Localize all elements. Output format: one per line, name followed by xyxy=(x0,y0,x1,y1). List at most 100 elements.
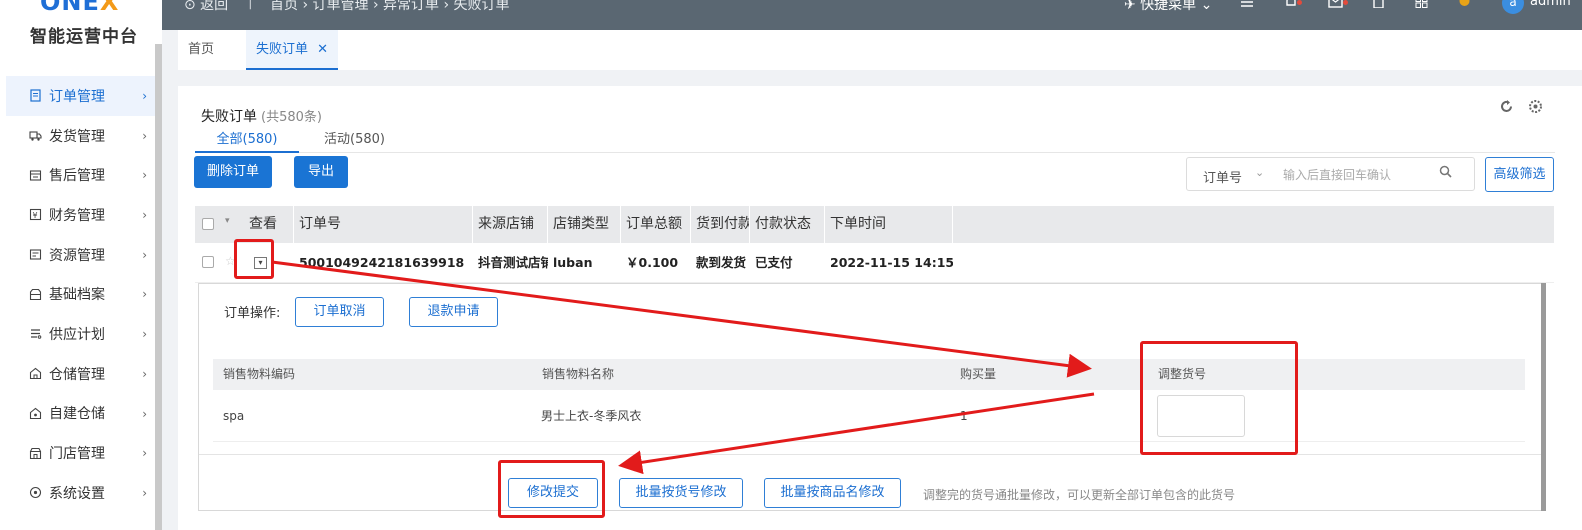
back-button[interactable]: ⊙ 返回 xyxy=(184,0,228,14)
archive-icon xyxy=(28,287,42,301)
col-cod: 货到付款 xyxy=(691,206,750,243)
sidebar-item-aftersale[interactable]: 售后管理 › xyxy=(6,155,155,195)
gear-icon[interactable] xyxy=(1528,99,1544,115)
list-icon[interactable] xyxy=(1240,0,1256,10)
mail-icon[interactable] xyxy=(1328,0,1344,10)
sidebar-item-order[interactable]: 订单管理 › xyxy=(6,76,155,116)
notification-dot xyxy=(1297,0,1302,5)
sidebar-item-label: 资源管理 xyxy=(49,247,105,264)
sidebar-item-label: 门店管理 xyxy=(49,446,105,463)
submit-changes-button[interactable]: 修改提交 xyxy=(508,478,598,508)
sidebar-item-warehouse[interactable]: 仓储管理 › xyxy=(6,354,155,394)
cell-cod: 款到发货 xyxy=(696,255,747,270)
detail-table-header: 销售物料编码 销售物料名称 购买量 调整货号 xyxy=(213,359,1525,390)
divider xyxy=(199,454,1545,455)
chevron-right-icon: › xyxy=(142,327,147,342)
refresh-icon[interactable] xyxy=(1499,99,1515,115)
delete-orders-button[interactable]: 删除订单 xyxy=(194,156,272,188)
svg-text:¥: ¥ xyxy=(32,211,37,220)
col-order-no: 订单号 xyxy=(294,206,473,243)
status-tabs: 全部(580) 活动(580) xyxy=(195,122,1555,153)
col-total: 订单总额 xyxy=(621,206,691,243)
col-material-code: 销售物料编码 xyxy=(223,367,296,381)
main-content: 失败订单 (共580条) 全部(580) 活动(580) 删除订单 导出 订单号 … xyxy=(178,86,1582,530)
sidebar-item-archive[interactable]: 基础档案 › xyxy=(6,274,155,314)
aftersale-icon xyxy=(28,168,42,182)
supply-plan-icon xyxy=(28,327,42,341)
user-name[interactable]: admin xyxy=(1530,0,1571,9)
grid-icon[interactable] xyxy=(1415,0,1431,10)
warehouse-icon xyxy=(28,367,42,381)
tab-bar: 首页 失败订单 ✕ xyxy=(178,30,1582,70)
refund-request-button[interactable]: 退款申请 xyxy=(409,297,498,327)
truck-icon xyxy=(28,129,42,143)
sidebar-item-label: 系统设置 xyxy=(49,485,105,502)
sidebar-scrollbar[interactable] xyxy=(155,44,162,530)
tab-all[interactable]: 全部(580) xyxy=(195,128,299,153)
chevron-right-icon: › xyxy=(142,485,147,500)
sidebar-item-resource[interactable]: 资源管理 › xyxy=(6,235,155,275)
search-input[interactable] xyxy=(1283,164,1433,186)
table-row[interactable]: ☆ ▾ 5001049242181639918 抖音测试店铺 luban ￥0.… xyxy=(195,243,1554,283)
col-view: 查看 xyxy=(244,206,294,243)
col-pay-status: 付款状态 xyxy=(750,206,825,243)
sidebar: ONEX 智能运营中台 订单管理 › 发货管理 › 售后管理 › ¥ 财务管理 xyxy=(0,0,162,530)
sidebar-item-settings[interactable]: 系统设置 › xyxy=(6,473,155,513)
logo: ONEX 智能运营中台 xyxy=(0,0,155,60)
row-checkbox[interactable] xyxy=(202,256,214,268)
breadcrumb[interactable]: 首页 › 订单管理 › 异常订单 › 失败订单 xyxy=(270,0,510,14)
chevron-right-icon: › xyxy=(142,208,147,223)
batch-by-name-button[interactable]: 批量按商品名修改 xyxy=(764,478,901,508)
trash-icon[interactable] xyxy=(1372,0,1388,10)
cell-total: ￥0.100 xyxy=(626,255,679,270)
top-header: ⊙ 返回 | 首页 › 订单管理 › 异常订单 › 失败订单 ✈ 快捷菜单 ⌄ … xyxy=(162,0,1582,30)
search-box: 订单号 ⌄ xyxy=(1186,157,1475,191)
logo-text: 智能运营中台 xyxy=(30,27,138,47)
store-icon xyxy=(28,446,42,460)
sidebar-item-label: 仓储管理 xyxy=(49,366,105,383)
quick-menu-button[interactable]: ✈ 快捷菜单 ⌄ xyxy=(1124,0,1212,14)
sidebar-item-supply-plan[interactable]: 供应计划 › xyxy=(6,314,155,354)
adjust-sku-input[interactable] xyxy=(1157,395,1245,437)
order-ops-label: 订单操作: xyxy=(224,306,281,321)
expand-row-icon[interactable]: ▾ xyxy=(254,257,267,269)
chevron-down-icon[interactable]: ⌄ xyxy=(1255,166,1264,179)
col-adjust-sku: 调整货号 xyxy=(1158,367,1207,381)
self-warehouse-icon xyxy=(28,406,42,420)
tab-failed-orders[interactable]: 失败订单 ✕ xyxy=(246,30,338,70)
cell-material-name: 男士上衣-冬季风衣 xyxy=(541,409,642,423)
chevron-down-icon[interactable]: ▾ xyxy=(225,216,230,226)
sidebar-item-finance[interactable]: ¥ 财务管理 › xyxy=(6,195,155,235)
export-button[interactable]: 导出 xyxy=(294,156,348,188)
avatar[interactable]: a xyxy=(1502,0,1524,14)
select-all-checkbox[interactable] xyxy=(202,218,214,230)
finance-icon: ¥ xyxy=(28,208,42,222)
chevron-right-icon: › xyxy=(142,366,147,381)
badge-icon[interactable] xyxy=(1458,0,1474,10)
col-material-name: 销售物料名称 xyxy=(542,367,615,381)
cell-pay-status: 已支付 xyxy=(755,255,793,270)
batch-by-sku-button[interactable]: 批量按货号修改 xyxy=(619,478,743,508)
logo-mark: ONEX xyxy=(40,0,120,16)
table-tools xyxy=(1490,99,1544,118)
search-icon[interactable] xyxy=(1439,165,1452,182)
settings-icon xyxy=(28,486,42,500)
detail-scrollbar[interactable] xyxy=(1541,283,1546,511)
sidebar-item-label: 自建仓储 xyxy=(49,406,105,423)
col-quantity: 购买量 xyxy=(960,367,997,381)
app-root: ONEX 智能运营中台 订单管理 › 发货管理 › 售后管理 › ¥ 财务管理 xyxy=(0,0,1582,530)
sidebar-item-store[interactable]: 门店管理 › xyxy=(6,433,155,473)
tab-active[interactable]: 活动(580) xyxy=(324,128,385,153)
resource-icon xyxy=(28,248,42,262)
sidebar-item-shipping[interactable]: 发货管理 › xyxy=(6,116,155,156)
star-icon[interactable]: ☆ xyxy=(225,254,236,268)
close-icon[interactable]: ✕ xyxy=(317,30,328,70)
sidebar-item-self-warehouse[interactable]: 自建仓储 › xyxy=(6,394,155,434)
cancel-order-button[interactable]: 订单取消 xyxy=(295,297,384,327)
tab-label: 失败订单 xyxy=(256,42,309,57)
search-field-select[interactable]: 订单号 xyxy=(1203,167,1242,186)
advanced-filter-button[interactable]: 高级筛选 xyxy=(1485,157,1554,192)
sidebar-item-label: 售后管理 xyxy=(49,168,105,185)
tab-home[interactable]: 首页 xyxy=(188,30,214,70)
sidebar-nav: 订单管理 › 发货管理 › 售后管理 › ¥ 财务管理 › 资源管理 › 基础档… xyxy=(6,76,155,513)
